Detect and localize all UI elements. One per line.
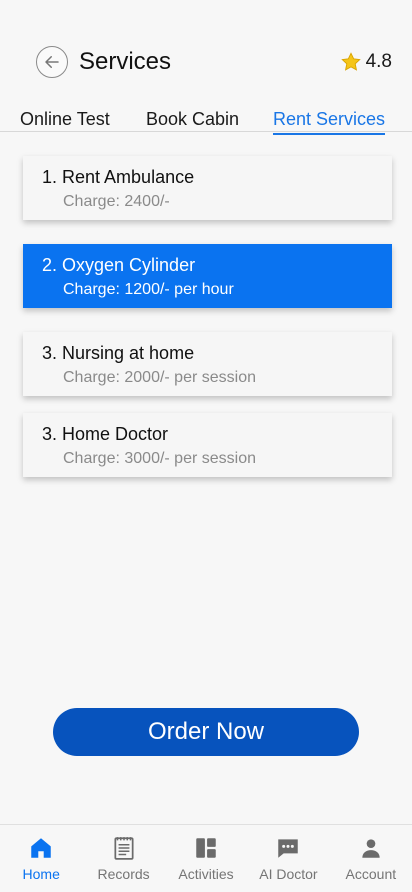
nav-item-account[interactable]: Account [330,825,412,892]
nav-label: Home [22,866,60,882]
rating-value: 4.8 [365,51,392,72]
header: Services 4.8 [0,0,412,104]
nav-item-records[interactable]: Records [82,825,164,892]
rating: 4.8 [340,50,392,74]
nav-item-ai-doctor[interactable]: AI Doctor [247,825,329,892]
service-charge: Charge: 2000/- per session [63,369,256,386]
back-button[interactable] [36,46,68,78]
chat-icon [278,839,299,858]
service-name: 3. Home Doctor [42,424,169,444]
nav-item-activities[interactable]: Activities [165,825,247,892]
nav-label: Account [345,866,397,882]
nav-label: Records [97,866,150,882]
service-item-oxygen-cylinder[interactable]: 2. Oxygen Cylinder Charge: 1200/- per ho… [23,244,392,308]
star-icon [340,52,361,71]
bottom-nav: Home Records Activities AI Doctor Accoun… [0,824,412,892]
dashboard-icon [196,838,216,858]
nav-label: AI Doctor [259,866,318,882]
service-name: 1. Rent Ambulance [42,167,195,187]
nav-item-home[interactable]: Home [0,825,82,892]
service-name: 2. Oxygen Cylinder [42,255,196,275]
service-item-rent-ambulance[interactable]: 1. Rent Ambulance Charge: 2400/- [23,156,392,220]
home-icon [31,838,51,858]
person-icon [362,839,380,858]
service-charge: Charge: 1200/- per hour [63,281,234,298]
service-charge: Charge: 2400/- [63,193,170,210]
service-charge: Charge: 3000/- per session [63,450,256,467]
service-name: 3. Nursing at home [42,343,195,363]
records-icon [114,837,134,860]
service-item-nursing-at-home[interactable]: 3. Nursing at home Charge: 2000/- per se… [23,332,392,396]
tab-rent-services[interactable]: Rent Services [273,108,386,135]
nav-label: Activities [178,866,234,882]
tab-book-cabin[interactable]: Book Cabin [146,108,239,133]
service-item-home-doctor[interactable]: 3. Home Doctor Charge: 3000/- per sessio… [23,413,392,477]
back-arrow-icon [45,56,59,68]
page-title: Services [79,48,172,75]
tab-bar: Online Test Book Cabin Rent Services [0,104,412,135]
order-now-button[interactable]: Order Now [53,708,359,756]
tab-online-test[interactable]: Online Test [20,108,110,133]
